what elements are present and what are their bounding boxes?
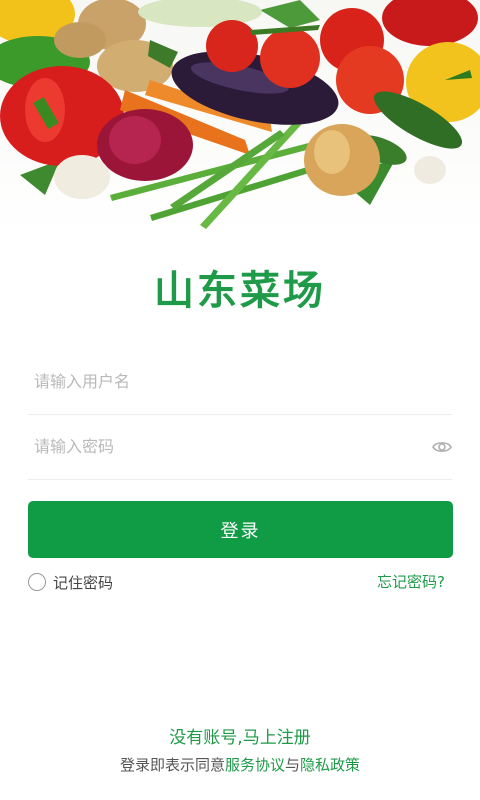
register-link[interactable]: 没有账号,马上注册 <box>0 723 480 748</box>
remember-password-toggle[interactable]: 记住密码 <box>28 571 113 593</box>
eye-icon[interactable] <box>432 437 452 457</box>
agreement-text: 登录即表示同意服务协议与隐私政策 <box>0 754 480 775</box>
privacy-policy-link[interactable]: 隐私政策 <box>300 756 360 774</box>
password-input[interactable] <box>34 415 414 477</box>
hero-vegetables-image <box>0 0 480 235</box>
vegetables-illustration <box>0 0 480 229</box>
username-input[interactable] <box>34 350 414 412</box>
remember-radio[interactable] <box>28 573 46 591</box>
remember-label: 记住密码 <box>53 573 114 592</box>
agreement-prefix: 登录即表示同意 <box>119 756 225 774</box>
app-title: 山东菜场 <box>154 268 326 314</box>
login-button[interactable]: 登录 <box>28 501 453 558</box>
password-field-row <box>28 415 452 480</box>
agreement-and: 与 <box>285 756 301 774</box>
forgot-password-link[interactable]: 忘记密码? <box>377 571 445 593</box>
username-field-row <box>28 350 452 415</box>
service-agreement-link[interactable]: 服务协议 <box>225 756 285 774</box>
